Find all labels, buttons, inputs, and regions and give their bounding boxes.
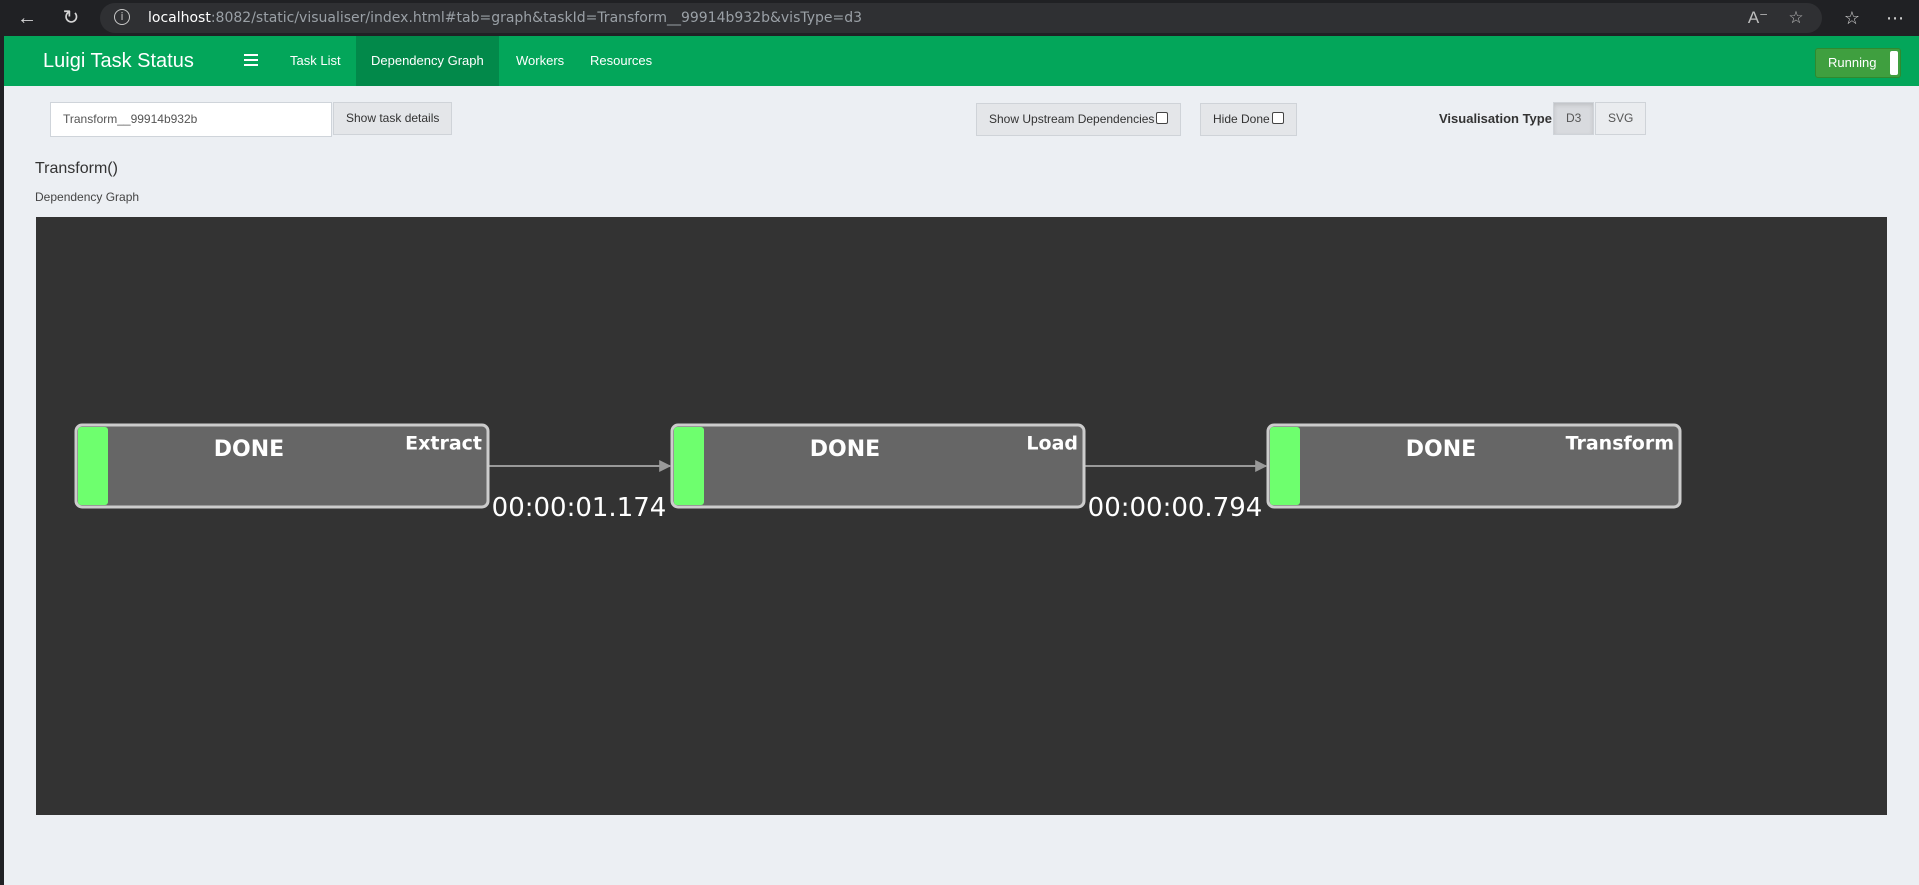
read-aloud-icon[interactable]: A⁻ bbox=[1745, 6, 1771, 30]
top-navbar: Luigi Task Status Task List Dependency G… bbox=[4, 36, 1919, 86]
hide-done-checkbox[interactable] bbox=[1271, 112, 1284, 124]
task-status-bar bbox=[674, 427, 704, 505]
site-info-icon[interactable]: i bbox=[114, 9, 130, 25]
show-upstream-button[interactable]: Show Upstream Dependencies bbox=[976, 103, 1182, 136]
task-node[interactable]: DONE Load bbox=[670, 423, 1086, 509]
task-id-input[interactable]: Transform__99914b932b bbox=[50, 102, 332, 137]
task-name-label: Load bbox=[1026, 433, 1078, 455]
edge-duration-label: 00:00:00.794 bbox=[1088, 493, 1263, 523]
address-bar[interactable]: i localhost:8082/static/visualiser/index… bbox=[100, 3, 1822, 33]
running-toggle-button[interactable]: Running bbox=[1815, 48, 1901, 78]
task-name-label: Transform bbox=[1566, 433, 1674, 455]
brand-title[interactable]: Luigi Task Status bbox=[43, 36, 194, 86]
url-text[interactable]: localhost:8082/static/visualiser/index.h… bbox=[148, 3, 862, 33]
dependency-graph-canvas: 00:00:01.174 00:00:00.794 DONE Extract DONE L… bbox=[36, 217, 1887, 815]
task-node[interactable]: DONE Transform bbox=[1266, 423, 1682, 509]
graph-svg: 00:00:01.174 00:00:00.794 DONE Extract DONE L… bbox=[74, 423, 1682, 523]
page-title: Transform() bbox=[35, 160, 118, 177]
task-name-label: Extract bbox=[405, 433, 482, 455]
task-status-bar bbox=[1270, 427, 1300, 505]
vis-type-d3-button[interactable]: D3 bbox=[1553, 102, 1595, 135]
nav-task-list[interactable]: Task List bbox=[275, 36, 356, 86]
page-subtitle: Dependency Graph bbox=[35, 190, 140, 204]
show-upstream-label: Show Upstream Dependencies bbox=[989, 112, 1155, 126]
hide-done-label: Hide Done bbox=[1213, 112, 1270, 126]
edge-duration-label: 00:00:01.174 bbox=[492, 493, 667, 523]
more-menu-icon[interactable]: ⋯ bbox=[1881, 4, 1909, 32]
luigi-page: Luigi Task Status Task List Dependency G… bbox=[4, 36, 1919, 885]
back-icon[interactable]: ← bbox=[13, 4, 41, 32]
favorites-icon[interactable]: ☆ bbox=[1838, 4, 1866, 32]
nav-workers[interactable]: Workers bbox=[501, 36, 579, 86]
nav-dependency-graph[interactable]: Dependency Graph bbox=[356, 36, 499, 86]
hide-done-button[interactable]: Hide Done bbox=[1200, 103, 1297, 136]
task-node[interactable]: DONE Extract bbox=[74, 423, 490, 509]
task-status-label: DONE bbox=[1406, 437, 1476, 462]
hamburger-menu-icon[interactable] bbox=[244, 51, 260, 71]
favorite-star-icon[interactable]: ☆ bbox=[1783, 6, 1809, 30]
vis-type-svg-button[interactable]: SVG bbox=[1595, 102, 1647, 135]
show-upstream-checkbox[interactable] bbox=[1156, 112, 1169, 124]
task-status-label: DONE bbox=[810, 437, 880, 462]
task-status-bar bbox=[78, 427, 108, 505]
browser-toolbar: ← ↻ i localhost:8082/static/visualiser/i… bbox=[0, 0, 1919, 36]
nav-resources[interactable]: Resources bbox=[575, 36, 667, 86]
visualisation-type-label: Visualisation Type bbox=[1439, 111, 1552, 126]
show-task-details-button[interactable]: Show task details bbox=[333, 102, 453, 135]
reload-icon[interactable]: ↻ bbox=[57, 4, 85, 32]
task-status-label: DONE bbox=[214, 437, 284, 462]
